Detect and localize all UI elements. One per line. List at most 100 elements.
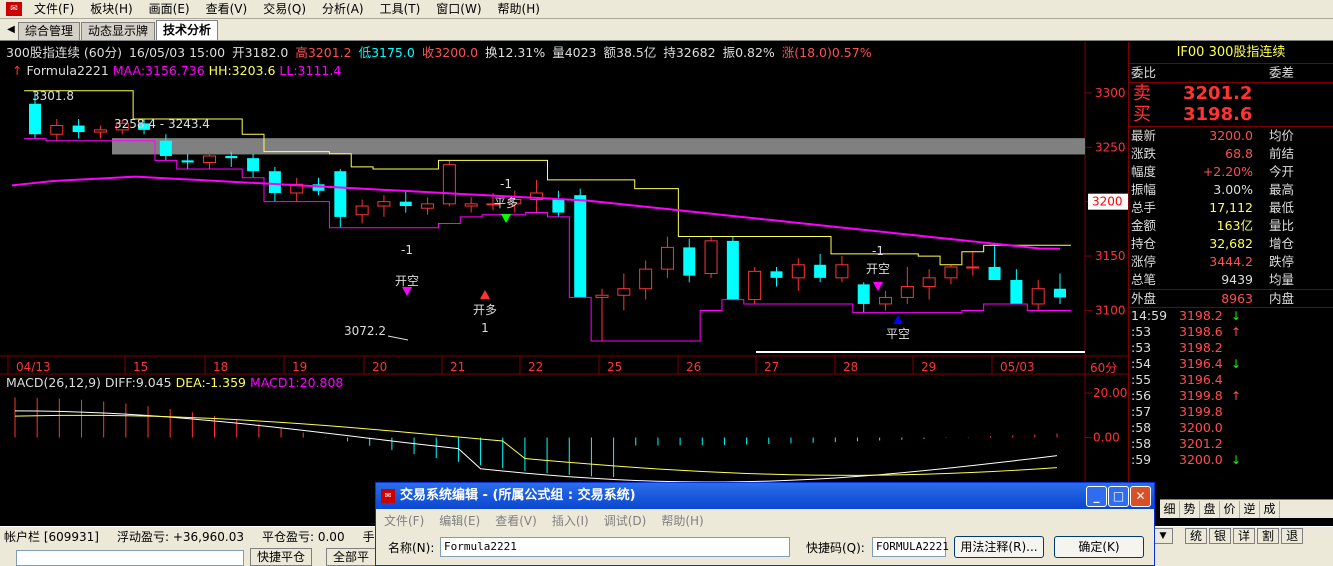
- tab-scroll-left-icon[interactable]: ◀: [4, 20, 18, 40]
- quote-info-line: 300股指连续 (60分) 16/05/03 15:00 开3182.0 高32…: [6, 45, 875, 61]
- bank-button[interactable]: 银: [1209, 528, 1232, 544]
- date-tick-label: 27: [764, 360, 779, 374]
- candle-body-down: [857, 284, 870, 304]
- formula-arrow-icon: ↑: [12, 63, 23, 78]
- menu-trade[interactable]: 交易(Q): [255, 0, 314, 18]
- tick-list[interactable]: 14:59 3198.2 ↓:53 3198.6 ↑:53 3198.2:54 3196.4…: [1129, 307, 1333, 468]
- candle-body-up: [377, 201, 391, 207]
- dialog-menu-file[interactable]: 文件(F): [384, 512, 424, 530]
- menu-analysis[interactable]: 分析(A): [314, 0, 372, 18]
- date-tick-label: 05/03: [1000, 360, 1035, 374]
- formula-name[interactable]: Formula2221: [26, 63, 108, 78]
- quote-stat-row: 总笔 9439 均量: [1129, 271, 1333, 289]
- quote-stat-label-2: 最低: [1269, 200, 1295, 215]
- dialog-menu-edit[interactable]: 编辑(E): [439, 512, 480, 530]
- menu-sector[interactable]: 板块(H): [82, 0, 140, 18]
- closed-pnl: 平仓盈亏: 0.00: [262, 530, 345, 544]
- quote-stat-row: 最新 3200.0 均价: [1129, 127, 1333, 145]
- quote-panel-title: IF00 300股指连续: [1129, 42, 1333, 64]
- macd-tick-label: 0.00: [1093, 431, 1120, 445]
- order-ratio-row: 委比 委差: [1129, 64, 1333, 82]
- dialog-menu-debug[interactable]: 调试(D): [604, 512, 647, 530]
- signal-qty: 1: [481, 321, 489, 335]
- candle-body-down: [770, 271, 783, 278]
- quote-stat-label-2: 跌停: [1269, 254, 1295, 269]
- menu-tools[interactable]: 工具(T): [372, 0, 429, 18]
- dialog-title[interactable]: 交易系统编辑 - (所属公式组 : 交易系统): [376, 483, 1154, 509]
- ask-row[interactable]: 卖 3201.2: [1129, 82, 1333, 104]
- quote-open-interest: 持32682: [663, 45, 716, 60]
- candle-body-up: [202, 155, 216, 164]
- side-tab-trend[interactable]: 势: [1180, 500, 1200, 518]
- menu-file[interactable]: 文件(F): [26, 0, 82, 18]
- menu-window[interactable]: 窗口(W): [428, 0, 489, 18]
- menu-screen[interactable]: 画面(E): [141, 0, 198, 18]
- details-button[interactable]: 详: [1233, 528, 1256, 544]
- candle-body-down: [552, 199, 565, 213]
- macd-diff: DIFF:9.045: [104, 375, 172, 390]
- dialog-menu-insert[interactable]: 插入(I): [552, 512, 589, 530]
- quote-stat-label-2: 量比: [1269, 218, 1295, 233]
- minimize-icon[interactable]: _: [1086, 486, 1107, 507]
- menu-view[interactable]: 查看(V): [198, 0, 256, 18]
- price-chart[interactable]: 33003250320031503100320060分04/1315181920…: [0, 42, 1128, 520]
- quote-volume: 量4023: [552, 45, 597, 60]
- price-tick-label: 3300: [1095, 86, 1126, 100]
- bid-row[interactable]: 买 3198.6: [1129, 104, 1333, 126]
- tab-dynamic-board[interactable]: 动态显示牌: [81, 22, 156, 40]
- tab-technical-analysis[interactable]: 技术分析: [156, 20, 219, 40]
- name-field[interactable]: Formula2221: [440, 537, 790, 557]
- position-list-box[interactable]: [16, 550, 244, 566]
- candle-body-down: [72, 125, 85, 133]
- shortcut-field[interactable]: FORMULA2221: [872, 537, 949, 557]
- bid-price: 3198.6: [1183, 104, 1253, 125]
- close-icon[interactable]: ✕: [1130, 486, 1151, 507]
- candle-body-up: [660, 246, 674, 270]
- side-tab-price[interactable]: 价: [1220, 500, 1240, 518]
- ok-button[interactable]: 确定(K): [1054, 536, 1144, 558]
- candle-body-down: [268, 171, 281, 193]
- low-annotation: 3072.2: [344, 324, 386, 338]
- close-all-button[interactable]: 全部平: [326, 548, 377, 566]
- signal-arrow-down-icon: [501, 214, 511, 223]
- ask-price: 3201.2: [1183, 83, 1253, 104]
- candle-body-down: [988, 266, 1001, 281]
- macd-dea-line: [14, 414, 1058, 476]
- date-tick-label: 19: [292, 360, 307, 374]
- maximize-icon[interactable]: □: [1108, 486, 1129, 507]
- menu-help[interactable]: 帮助(H): [490, 0, 548, 18]
- signal-label: 平多: [494, 196, 518, 210]
- side-tab-trades[interactable]: 成: [1260, 500, 1280, 518]
- candle-body-up: [1031, 288, 1045, 305]
- price-tick-label: 3250: [1095, 140, 1126, 154]
- quote-stat-value: 3444.2: [1209, 254, 1253, 269]
- candle-body-down: [159, 140, 172, 156]
- dialog-menu-help[interactable]: 帮助(H): [661, 512, 703, 530]
- side-tab-reverse[interactable]: 逆: [1240, 500, 1260, 518]
- transfer-button[interactable]: 割: [1257, 528, 1280, 544]
- dialog-menu-view[interactable]: 查看(V): [495, 512, 537, 530]
- candle-body-up: [464, 203, 478, 207]
- quick-close-button[interactable]: 快捷平仓: [250, 548, 313, 566]
- side-tab-orderbook[interactable]: 盘: [1200, 500, 1220, 518]
- tab-overview[interactable]: 综合管理: [18, 22, 81, 40]
- date-tick-label: 22: [528, 360, 543, 374]
- quote-stat-label: 最新: [1131, 128, 1157, 143]
- quote-stat-value: 17,112: [1209, 200, 1253, 215]
- candle-body-up: [966, 266, 980, 269]
- quote-stat-label: 振幅: [1131, 182, 1157, 197]
- exit-button[interactable]: 退: [1281, 528, 1304, 544]
- account-dropdown-icon[interactable]: ▼: [1153, 528, 1173, 544]
- quote-stat-label-2: 前结: [1269, 146, 1295, 161]
- quote-stat-label-2: 最高: [1269, 182, 1295, 197]
- syntax-help-button[interactable]: 用法注释(R)...: [954, 536, 1044, 558]
- tick-row: :55 3196.4: [1129, 372, 1333, 388]
- signal-label: 开多: [473, 303, 497, 317]
- stats-button[interactable]: 统: [1185, 528, 1208, 544]
- tick-row: :59 3200.0 ↓: [1129, 452, 1333, 468]
- side-tab-detail[interactable]: 细: [1160, 500, 1180, 518]
- tick-time: :53: [1131, 324, 1152, 339]
- tick-time: :57: [1131, 404, 1152, 419]
- macd-name[interactable]: MACD(26,12,9): [6, 375, 101, 390]
- chart-area[interactable]: 33003250320031503100320060分04/1315181920…: [0, 42, 1128, 520]
